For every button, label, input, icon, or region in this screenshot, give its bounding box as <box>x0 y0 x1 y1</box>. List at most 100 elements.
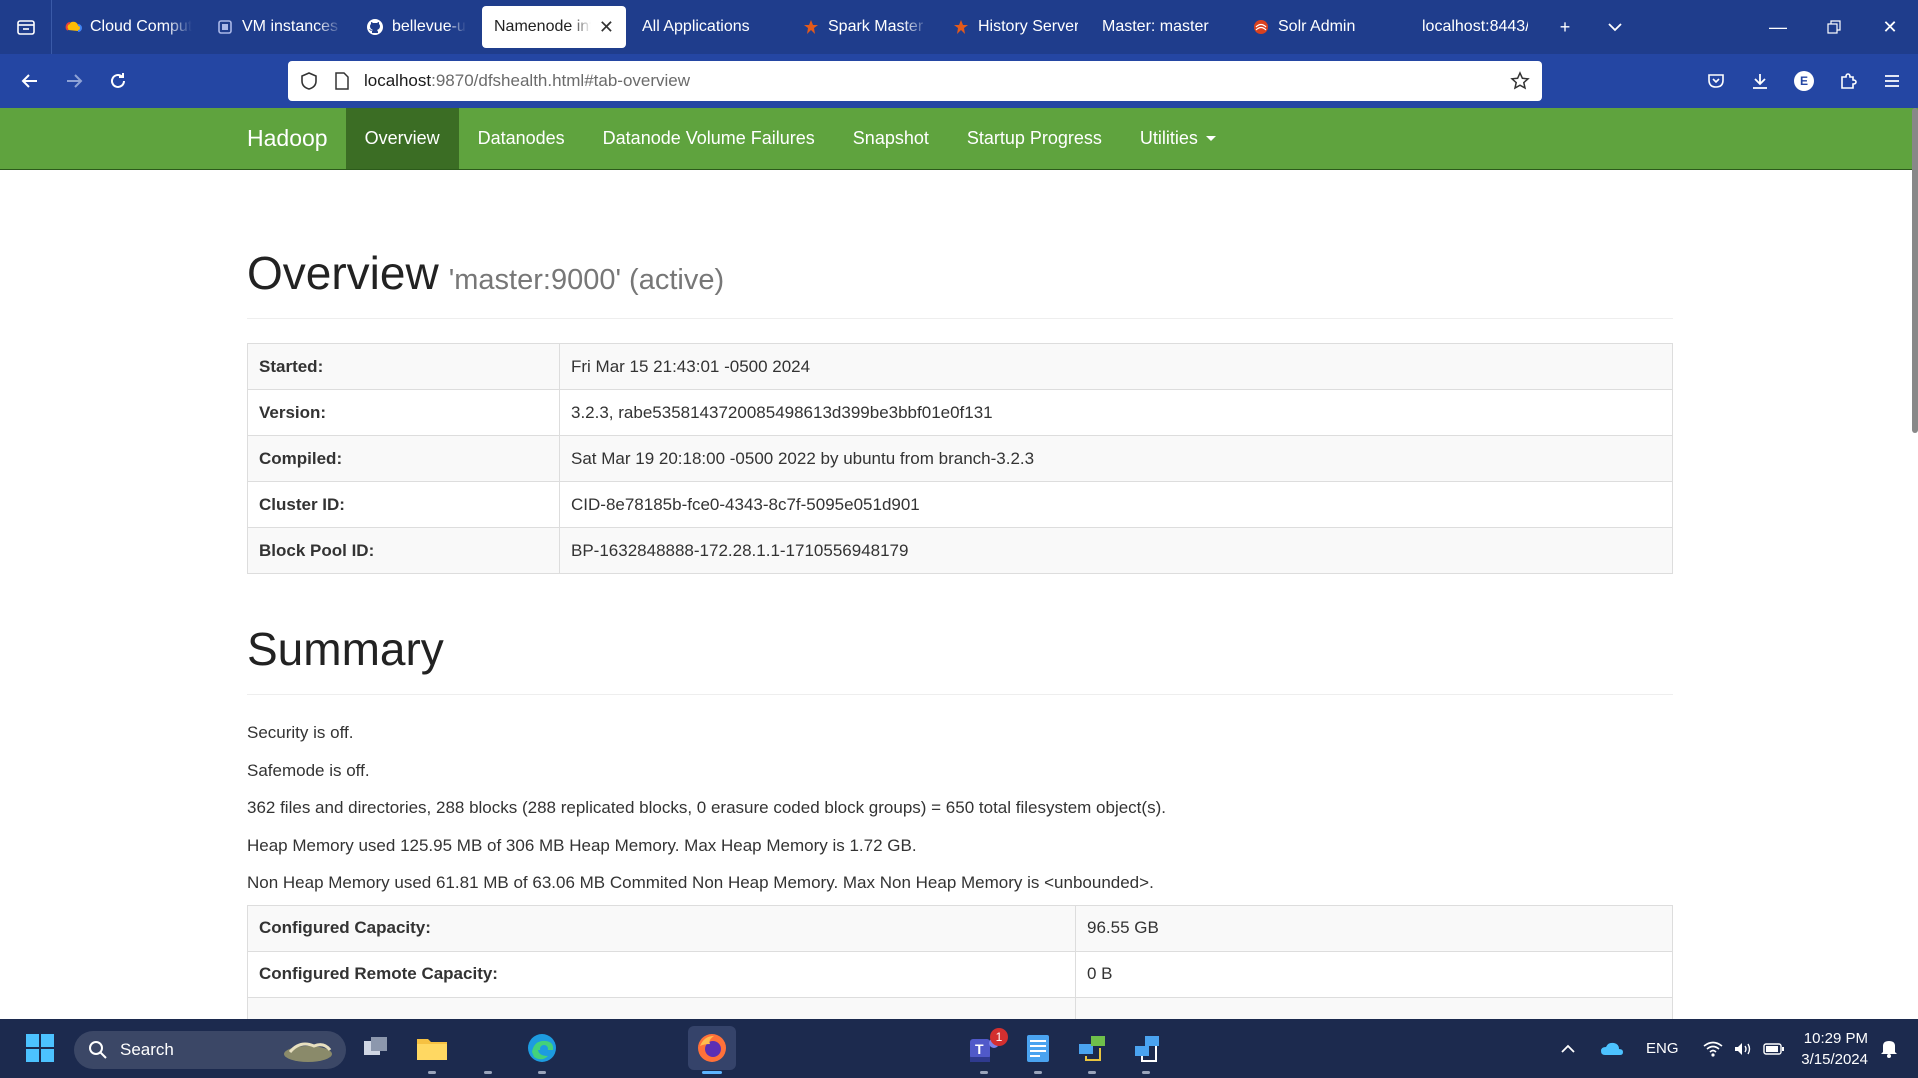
svg-text:T: T <box>975 1041 984 1057</box>
plus-icon: + <box>1559 16 1571 37</box>
language-indicator[interactable]: ENG <box>1646 1040 1679 1057</box>
notepad-button[interactable] <box>1020 1030 1056 1066</box>
nav-startup-progress[interactable]: Startup Progress <box>948 108 1121 169</box>
minimize-icon: — <box>1769 16 1787 37</box>
nav-datanodes[interactable]: Datanodes <box>459 108 584 169</box>
network-computer-icon <box>1135 1036 1159 1062</box>
tab-title: bellevue-univer <box>392 18 466 35</box>
chevron-up-icon[interactable] <box>1560 1044 1576 1054</box>
minimize-button[interactable]: — <box>1750 0 1806 54</box>
restore-button[interactable] <box>1806 0 1862 54</box>
notification-badge: 1 <box>990 1028 1008 1046</box>
volume-icon[interactable] <box>1733 1041 1753 1057</box>
downloads-button[interactable] <box>1738 59 1782 103</box>
pocket-button[interactable] <box>1694 59 1738 103</box>
folder-icon <box>417 1039 447 1060</box>
reload-button[interactable] <box>96 59 140 103</box>
tab-localhost-8443[interactable]: localhost:8443/ <box>1390 6 1540 48</box>
list-all-tabs-button[interactable] <box>1590 0 1640 54</box>
firefox-button[interactable] <box>688 1026 736 1070</box>
start-button[interactable] <box>22 1030 58 1066</box>
network-app-button-1[interactable] <box>1074 1030 1110 1066</box>
overview-table: Started: Fri Mar 15 21:43:01 -0500 2024 V… <box>247 343 1673 574</box>
forward-button[interactable] <box>52 59 96 103</box>
tab-cloud-computing[interactable]: Cloud Computi <box>52 6 204 48</box>
tab-github[interactable]: bellevue-univer <box>354 6 478 48</box>
edge-button[interactable] <box>524 1030 560 1066</box>
taskbar-clock[interactable]: 10:29 PM 3/15/2024 <box>1801 1028 1868 1070</box>
tab-namenode-information[interactable]: Namenode infor ✕ <box>482 6 626 48</box>
battery-icon[interactable] <box>1762 1042 1785 1056</box>
running-indicator <box>980 1071 988 1074</box>
page-scrollbar[interactable] <box>1912 108 1918 433</box>
back-button[interactable] <box>8 59 52 103</box>
new-tab-button[interactable]: + <box>1540 0 1590 54</box>
page-icon[interactable] <box>334 72 350 90</box>
summary-line-heap: Heap Memory used 125.95 MB of 306 MB Hea… <box>247 835 917 855</box>
tab-all-applications[interactable]: All Applications <box>630 6 790 48</box>
spark-icon <box>802 18 820 36</box>
tab-title: History Server <box>978 18 1078 35</box>
tab-list-button[interactable] <box>0 0 52 54</box>
row-key: Compiled: <box>247 435 560 482</box>
overview-heading: Overview 'master:9000' (active) <box>247 246 1673 300</box>
table-row: Configured Capacity: 96.55 GB <box>247 904 1673 952</box>
blank-app-button[interactable] <box>468 1030 504 1066</box>
tab-history-server[interactable]: History Server <box>940 6 1090 48</box>
nav-overview[interactable]: Overview <box>345 108 459 169</box>
back-arrow-icon <box>21 74 37 88</box>
nav-utilities-dropdown[interactable]: Utilities <box>1121 108 1235 169</box>
table-row: Cluster ID: CID-8e78185b-fce0-4343-8c7f-5… <box>247 481 1673 528</box>
hadoop-navbar: Hadoop Overview Datanodes Datanode Volum… <box>0 108 1918 170</box>
tab-title: Spark Master a <box>828 18 928 35</box>
url-path: :9870/dfshealth.html#tab-overview <box>431 71 691 90</box>
wifi-icon[interactable] <box>1703 1041 1723 1057</box>
divider <box>247 318 1673 319</box>
app-placeholder-icon <box>483 1045 489 1051</box>
summary-heading: Summary <box>247 623 444 675</box>
table-row: Compiled: Sat Mar 19 20:18:00 -0500 2022 … <box>247 435 1673 482</box>
file-explorer-button[interactable] <box>414 1030 450 1066</box>
row-value: 0 B <box>1075 950 1673 998</box>
summary-line-safemode: Safemode is off. <box>247 760 370 780</box>
nav-snapshot[interactable]: Snapshot <box>834 108 948 169</box>
tab-solr-admin[interactable]: Solr Admin <box>1240 6 1390 48</box>
url-text[interactable]: localhost:9870/dfshealth.html#tab-overvi… <box>364 71 690 91</box>
close-window-button[interactable]: ✕ <box>1862 0 1918 54</box>
tab-spark-master[interactable]: Spark Master a <box>790 6 940 48</box>
toolbar-right-icons: E <box>1694 54 1918 108</box>
tab-title: Namenode infor <box>494 18 591 35</box>
system-tray: ENG <box>1560 1019 1785 1078</box>
extensions-button[interactable] <box>1826 59 1870 103</box>
chevron-down-icon <box>1608 23 1622 32</box>
url-host: localhost <box>364 71 432 90</box>
tab-title: Cloud Computi <box>90 18 192 35</box>
bookmark-star-icon[interactable] <box>1510 71 1530 91</box>
shield-icon[interactable] <box>300 71 318 91</box>
notifications-button[interactable] <box>1874 1030 1904 1066</box>
table-row: Configured Remote Capacity: 0 B <box>247 950 1673 998</box>
firefox-icon <box>698 1034 726 1062</box>
hadoop-brand[interactable]: Hadoop <box>247 108 346 169</box>
task-view-button[interactable] <box>358 1030 394 1066</box>
row-value: 3.2.3, rabe5358143720085498613d399be3bbf… <box>559 389 1673 436</box>
menu-button[interactable] <box>1870 59 1914 103</box>
close-tab-icon[interactable]: ✕ <box>599 17 614 38</box>
notepad-icon <box>1027 1035 1049 1062</box>
running-indicator <box>538 1071 546 1074</box>
forward-arrow-icon <box>67 74 83 88</box>
network-app-button-2[interactable] <box>1128 1030 1164 1066</box>
pocket-icon <box>1708 74 1724 88</box>
page-content: Overview 'master:9000' (active) Started: F… <box>247 170 1673 1044</box>
tab-vm-instances[interactable]: VM instances – <box>204 6 354 48</box>
edge-icon <box>528 1034 556 1062</box>
tab-master[interactable]: Master: master <box>1090 6 1240 48</box>
tab-title: All Applications <box>642 18 750 35</box>
taskbar-search[interactable]: Search <box>74 1031 346 1069</box>
address-bar[interactable]: localhost:9870/dfshealth.html#tab-overvi… <box>288 61 1542 101</box>
account-button[interactable]: E <box>1782 59 1826 103</box>
nav-datanode-volume-failures[interactable]: Datanode Volume Failures <box>584 108 834 169</box>
onedrive-icon[interactable] <box>1600 1041 1624 1057</box>
running-indicator <box>1142 1071 1150 1074</box>
row-value: BP-1632848888-172.28.1.1-1710556948179 <box>559 527 1673 574</box>
